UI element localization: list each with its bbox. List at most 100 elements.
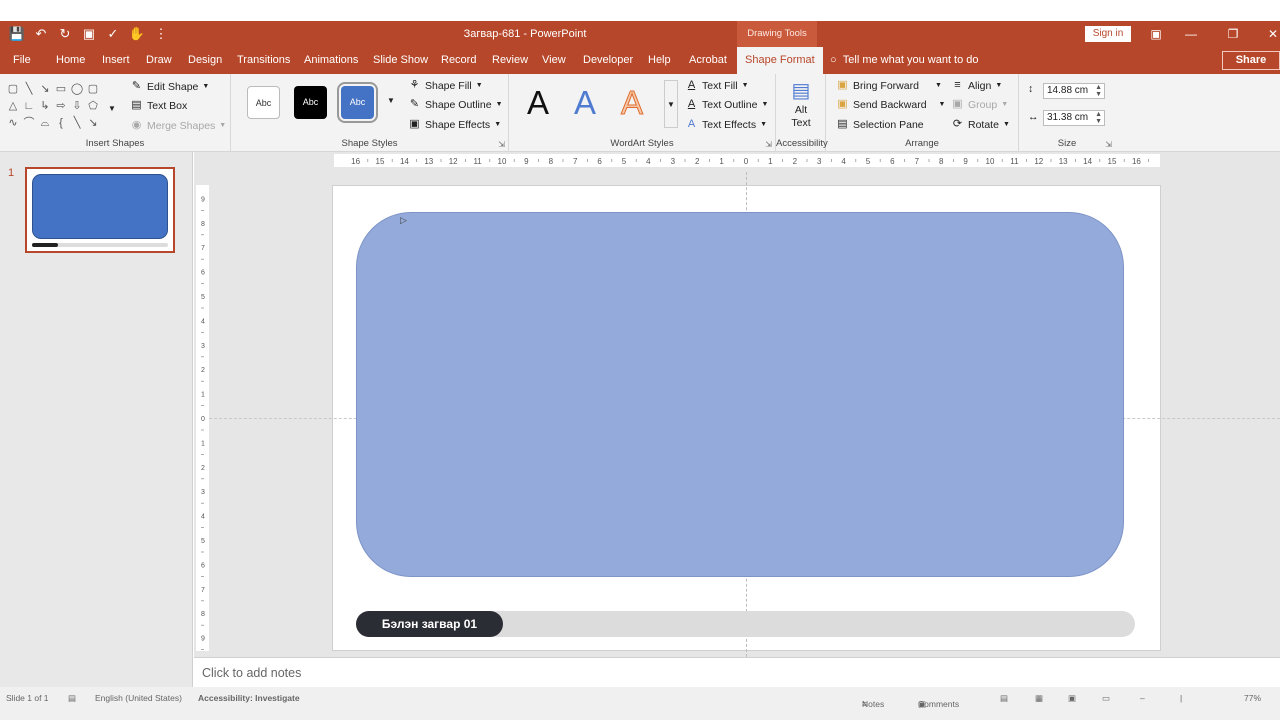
send-backward-button[interactable]: ▣ Send Backward ▼ xyxy=(836,98,945,111)
text-outline-button[interactable]: A Text Outline ▼ xyxy=(685,98,769,111)
share-button[interactable]: Share xyxy=(1222,51,1280,70)
shape-style-white[interactable]: Abc xyxy=(247,86,280,119)
curve-shape-icon[interactable]: ⌒ xyxy=(22,116,36,130)
rotate-button[interactable]: ⟳ Rotate ▼ xyxy=(951,118,1010,131)
wordart-style-black[interactable]: A xyxy=(527,84,549,122)
vertical-ruler: 9 8 7 6 5 4 3 2 1 0 1 2 3 4 5 6 7 8 9 xyxy=(196,185,209,651)
alt-text-button[interactable]: ▤ Alt Text xyxy=(782,78,820,129)
zoom-slider[interactable]: | xyxy=(1180,693,1182,703)
freeform-shape-icon[interactable]: ∿ xyxy=(6,116,20,130)
tab-design[interactable]: Design xyxy=(188,54,222,66)
tab-insert[interactable]: Insert xyxy=(102,54,130,66)
zoom-out-icon[interactable]: – xyxy=(1140,693,1145,703)
text-box-button[interactable]: ▤ Text Box xyxy=(130,99,187,112)
tab-record[interactable]: Record xyxy=(441,54,476,66)
sign-in-button[interactable]: Sign in xyxy=(1085,26,1131,42)
shape-height-value: 14.88 cm xyxy=(1047,85,1089,96)
wordart-style-orange[interactable]: A xyxy=(620,84,643,122)
down-arrow-shape-icon[interactable]: ⇩ xyxy=(70,99,84,113)
wordart-style-blue[interactable]: A xyxy=(574,84,596,122)
tab-file[interactable]: File xyxy=(13,54,31,66)
wordart-more-icon[interactable]: ▼ xyxy=(664,80,678,128)
diagonal-line-shape-icon[interactable]: ╲ xyxy=(70,116,84,130)
language-status[interactable]: English (United States) xyxy=(95,693,182,703)
restore-icon[interactable]: ❐ xyxy=(1218,24,1248,44)
elbow-shape-icon[interactable]: ↳ xyxy=(38,99,52,113)
rounded-rectangle-shape-icon[interactable]: ▢ xyxy=(86,82,100,96)
insert-shapes-group: ▢ ╲ ↘ ▭ ◯ ▢ △ ∟ ↳ ⇨ ⇩ ⬠ ∿ ⌒ ⌓ { ╲ ↘ ▼ ✎ E… xyxy=(0,74,231,152)
shape-styles-more-icon[interactable]: ▼ xyxy=(387,96,395,105)
window-title: Загвар-681 - PowerPoint xyxy=(463,28,587,40)
text-fill-button[interactable]: A Text Fill ▼ xyxy=(685,79,749,92)
align-button[interactable]: ≡ Align ▼ xyxy=(951,79,1002,92)
line-shape-icon[interactable]: ╲ xyxy=(22,82,36,96)
tell-me-search[interactable]: ○ Tell me what you want to do xyxy=(830,54,979,66)
text-effects-button[interactable]: A Text Effects ▼ xyxy=(685,118,767,131)
triangle-shape-icon[interactable]: △ xyxy=(6,99,20,113)
ruler-tick-label: 3 xyxy=(201,489,205,496)
shape-effects-button[interactable]: ▣ Shape Effects ▼ xyxy=(408,118,501,131)
shape-style-black[interactable]: Abc xyxy=(294,86,327,119)
mouse-cursor-icon: ▷ xyxy=(400,215,407,225)
tab-help[interactable]: Help xyxy=(648,54,671,66)
accessibility-status[interactable]: Accessibility: Investigate xyxy=(198,693,300,703)
dialog-launcher-icon[interactable]: ⇲ xyxy=(765,140,772,149)
tell-me-label: Tell me what you want to do xyxy=(842,54,979,66)
pentagon-shape-icon[interactable]: ⬠ xyxy=(86,99,100,113)
shapes-more-icon[interactable]: ▼ xyxy=(108,104,116,113)
progress-label-pill[interactable]: Бэлэн загвар 01 xyxy=(356,611,503,637)
close-icon[interactable]: ✕ xyxy=(1258,24,1280,44)
accessibility-group: ▤ Alt Text Accessibility xyxy=(776,74,828,152)
title-bar: 💾 ↶ ↻ ▣ ✓ ✋ ⋮ Загвар-681 - PowerPoint Dr… xyxy=(0,21,1280,47)
tab-home[interactable]: Home xyxy=(56,54,85,66)
slide-thumbnail[interactable] xyxy=(25,167,175,253)
dialog-launcher-icon[interactable]: ⇲ xyxy=(498,140,505,149)
right-arrow-shape-icon[interactable]: ⇨ xyxy=(54,99,68,113)
tab-transitions[interactable]: Transitions xyxy=(237,54,290,66)
minimize-icon[interactable]: — xyxy=(1176,24,1206,44)
tab-slide-show[interactable]: Slide Show xyxy=(373,54,428,66)
reading-view-icon[interactable]: ▣ xyxy=(1068,693,1076,704)
shape-fill-button[interactable]: ⚘ Shape Fill ▼ xyxy=(408,79,483,92)
selection-pane-button[interactable]: ▤ Selection Pane xyxy=(836,118,923,131)
spell-check-icon[interactable]: ▤ xyxy=(68,693,76,704)
bring-forward-button[interactable]: ▣ Bring Forward ▼ xyxy=(836,79,942,92)
dialog-launcher-icon[interactable]: ⇲ xyxy=(1105,140,1112,149)
notes-pane[interactable]: Click to add notes xyxy=(194,657,1280,687)
edit-shape-button[interactable]: ✎ Edit Shape ▼ xyxy=(130,80,209,93)
spinner-arrows-icon[interactable]: ▲ ▼ xyxy=(1095,111,1102,125)
shape-width-input[interactable]: 31.38 cm ▲ ▼ xyxy=(1043,110,1105,126)
slide-sorter-icon[interactable]: ▦ xyxy=(1035,693,1043,704)
shape-style-blue[interactable]: Abc xyxy=(337,82,378,123)
rounded-rectangle-shape[interactable] xyxy=(356,212,1124,577)
shape-height-input[interactable]: 14.88 cm ▲ ▼ xyxy=(1043,83,1105,99)
tab-shape-format[interactable]: Shape Format xyxy=(737,47,823,74)
brace-shape-icon[interactable]: { xyxy=(54,116,68,130)
ruler-tick-label: 10 xyxy=(986,157,995,166)
shape-fill-label: Shape Fill xyxy=(425,79,472,92)
normal-view-icon[interactable]: ▤ xyxy=(1000,693,1008,704)
tab-draw[interactable]: Draw xyxy=(146,54,172,66)
ribbon-display-options-icon[interactable]: ▣ xyxy=(1141,24,1171,44)
tab-acrobat[interactable]: Acrobat xyxy=(689,54,727,66)
arc-shape-icon[interactable]: ⌓ xyxy=(38,116,52,130)
connector-shape-icon[interactable]: ∟ xyxy=(22,99,36,113)
merge-shapes-button[interactable]: ◉ Merge Shapes ▼ xyxy=(130,119,227,132)
oval-shape-icon[interactable]: ◯ xyxy=(70,82,84,96)
spinner-arrows-icon[interactable]: ▲ ▼ xyxy=(1095,84,1102,98)
text-box-shape-icon[interactable]: ▢ xyxy=(6,82,20,96)
arrow-line-shape-icon[interactable]: ↘ xyxy=(38,82,52,96)
diagonal-arrow-shape-icon[interactable]: ↘ xyxy=(86,116,100,130)
rectangle-shape-icon[interactable]: ▭ xyxy=(54,82,68,96)
slide-thumbnails-pane: 1 xyxy=(0,152,193,687)
ruler-tick-label: 13 xyxy=(424,157,433,166)
shapes-gallery[interactable]: ▢ ╲ ↘ ▭ ◯ ▢ △ ∟ ↳ ⇨ ⇩ ⬠ ∿ ⌒ ⌓ { ╲ ↘ xyxy=(6,82,106,130)
tab-review[interactable]: Review xyxy=(492,54,528,66)
group-button[interactable]: ▣ Group ▼ xyxy=(951,98,1008,111)
slide-show-icon[interactable]: ▭ xyxy=(1102,693,1110,704)
tab-view[interactable]: View xyxy=(542,54,566,66)
tab-developer[interactable]: Developer xyxy=(583,54,633,66)
zoom-level[interactable]: 77% xyxy=(1244,693,1261,703)
tab-animations[interactable]: Animations xyxy=(304,54,358,66)
shape-outline-button[interactable]: ✎ Shape Outline ▼ xyxy=(408,98,503,111)
